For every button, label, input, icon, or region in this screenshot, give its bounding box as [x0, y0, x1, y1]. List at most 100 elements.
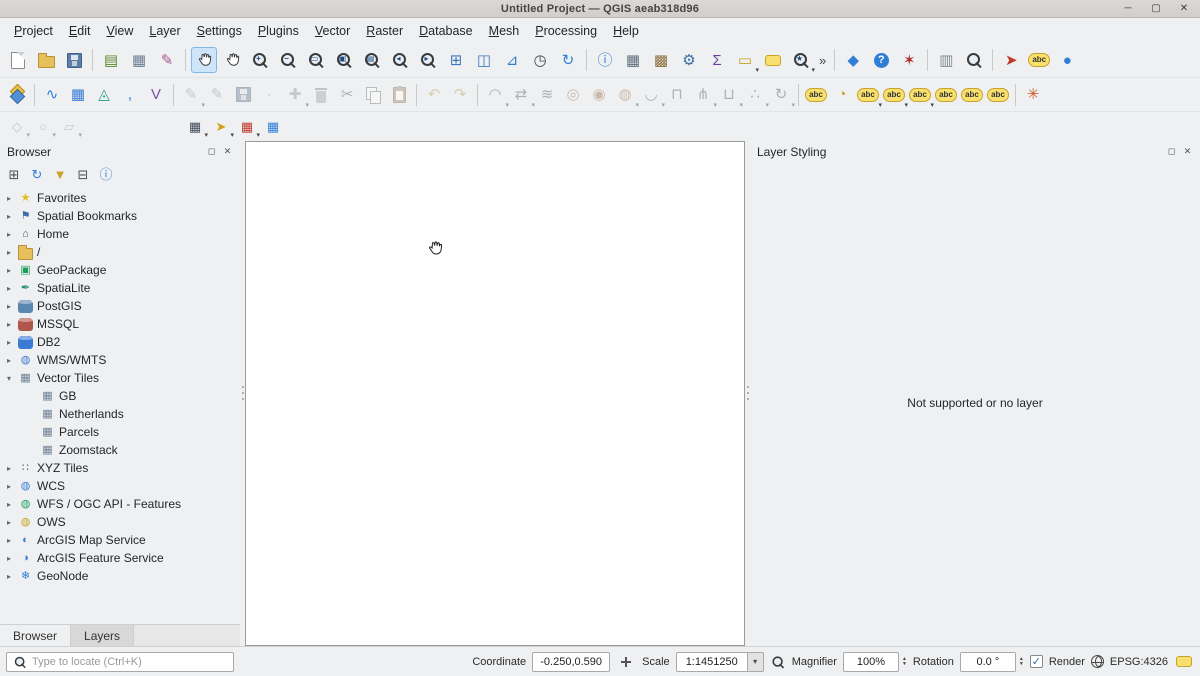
zoom-to-selection-button[interactable]: ▣: [331, 47, 357, 73]
crs-value[interactable]: EPSG:4326: [1110, 656, 1168, 668]
zoom-out-button[interactable]: −: [275, 47, 301, 73]
menu-vector[interactable]: Vector: [307, 21, 358, 41]
curve-digitize-button[interactable]: ◇▾: [5, 116, 29, 138]
rotation-steppers[interactable]: ▲ ▼: [1016, 657, 1024, 667]
redo-button[interactable]: ↷: [447, 82, 473, 108]
dark-grid-button[interactable]: ▦▾: [183, 116, 207, 138]
browser-item-favorites[interactable]: ▸★Favorites: [0, 189, 240, 207]
coordinate-input[interactable]: -0.250,0.590: [532, 652, 610, 672]
menu-mesh[interactable]: Mesh: [481, 21, 528, 41]
menu-database[interactable]: Database: [411, 21, 481, 41]
messages-button[interactable]: [1174, 652, 1194, 672]
expand-arrow-icon[interactable]: ▸: [4, 536, 14, 545]
browser-item-postgis[interactable]: ▸PostGIS: [0, 297, 240, 315]
reshape-features-button[interactable]: ⊓: [664, 82, 690, 108]
browser-item-wfs-ogc-api-features[interactable]: ▸◍WFS / OGC API - Features: [0, 495, 240, 513]
menu-project[interactable]: Project: [6, 21, 61, 41]
add-delimited-text-layer-button[interactable]: ,: [117, 82, 143, 108]
blue-grid-button[interactable]: ▦: [261, 116, 285, 138]
add-part-button[interactable]: ◉: [586, 82, 612, 108]
map-canvas[interactable]: [245, 141, 745, 646]
pin-unpin-labels-button[interactable]: abc▾: [881, 82, 907, 108]
expand-arrow-icon[interactable]: ▾: [4, 374, 14, 383]
show-layout-manager-button[interactable]: ▦: [126, 47, 152, 73]
blue-globe-button[interactable]: ●: [1054, 47, 1080, 73]
expand-arrow-icon[interactable]: ▸: [4, 572, 14, 581]
browser-item-geonode[interactable]: ▸❄GeoNode: [0, 567, 240, 585]
cut-features-button[interactable]: ✂: [334, 82, 360, 108]
browser-item-geopackage[interactable]: ▸▣GeoPackage: [0, 261, 240, 279]
rotation-value[interactable]: 0.0 °: [960, 652, 1016, 672]
browser-item-zoomstack[interactable]: ▦Zoomstack: [0, 441, 240, 459]
vertex-tool-button[interactable]: ✚▾: [282, 82, 308, 108]
field-calculator-button[interactable]: ▩: [648, 47, 674, 73]
expand-arrow-icon[interactable]: ▸: [4, 194, 14, 203]
browser-item-netherlands[interactable]: ▦Netherlands: [0, 405, 240, 423]
rectangle-digitize-button[interactable]: ▱▾: [57, 116, 81, 138]
browser-item-parcels[interactable]: ▦Parcels: [0, 423, 240, 441]
expand-arrow-icon[interactable]: ▸: [4, 230, 14, 239]
expand-arrow-icon[interactable]: ▸: [4, 500, 14, 509]
menu-raster[interactable]: Raster: [358, 21, 411, 41]
menu-plugins[interactable]: Plugins: [250, 21, 307, 41]
add-vector-layer-button[interactable]: ∿: [39, 82, 65, 108]
scale-dropdown-button[interactable]: ▾: [748, 652, 764, 672]
gray-grid-button[interactable]: ▥: [933, 47, 959, 73]
browser-item-vector-tiles[interactable]: ▾▦Vector Tiles: [0, 369, 240, 387]
copy-features-button[interactable]: [360, 82, 386, 108]
filter-browser-button[interactable]: ▼: [50, 164, 70, 184]
change-label-properties-button[interactable]: abc: [985, 82, 1011, 108]
statistical-summary-button[interactable]: Σ: [704, 47, 730, 73]
browser-item-home[interactable]: ▸⌂Home: [0, 225, 240, 243]
menu-layer[interactable]: Layer: [141, 21, 188, 41]
merge-features-button[interactable]: ⊔▾: [716, 82, 742, 108]
styling-close-button[interactable]: ✕: [1182, 146, 1193, 157]
browser-item-arcgis-map-service[interactable]: ▸◐ArcGIS Map Service: [0, 531, 240, 549]
bug-button[interactable]: ✶: [896, 47, 922, 73]
blue-diamond-button[interactable]: ◆: [840, 47, 866, 73]
browser-item-wcs[interactable]: ▸◍WCS: [0, 477, 240, 495]
browser-item-db2[interactable]: ▸DB2: [0, 333, 240, 351]
browser-item-wms-wmts[interactable]: ▸◍WMS/WMTS: [0, 351, 240, 369]
browser-item-spatial-bookmarks[interactable]: ▸⚑Spatial Bookmarks: [0, 207, 240, 225]
open-attribute-table-button[interactable]: ▦: [620, 47, 646, 73]
scale-value[interactable]: 1:1451250: [676, 652, 748, 672]
map-tips-button[interactable]: [760, 47, 786, 73]
browser-item-root[interactable]: ▸/: [0, 243, 240, 261]
add-selected-layers-button[interactable]: ⊞: [4, 164, 24, 184]
browser-float-button[interactable]: ◻: [206, 146, 217, 157]
undo-button[interactable]: ↶: [421, 82, 447, 108]
close-button[interactable]: ✕: [1178, 3, 1190, 14]
add-virtual-layer-button[interactable]: V: [143, 82, 169, 108]
toolbar-extension-button[interactable]: »: [816, 47, 829, 73]
magnifier-spinbox[interactable]: 100% ▲ ▼: [843, 652, 907, 672]
locator-input[interactable]: [32, 656, 228, 668]
save-project-button[interactable]: [61, 47, 87, 73]
layer-labeling-options-button[interactable]: abc: [803, 82, 829, 108]
temporal-controller-button[interactable]: ◷: [527, 47, 553, 73]
menu-view[interactable]: View: [98, 21, 141, 41]
collapse-all-button[interactable]: ⊟: [73, 164, 93, 184]
spin-down-icon[interactable]: ▼: [902, 662, 907, 667]
pan-map-button[interactable]: [191, 47, 217, 73]
elevation-profile-button[interactable]: ⊿: [499, 47, 525, 73]
circle-digitize-button[interactable]: ○▾: [31, 116, 55, 138]
expand-arrow-icon[interactable]: ▸: [4, 320, 14, 329]
offset-curve-button[interactable]: ◡▾: [638, 82, 664, 108]
open-data-source-manager-button[interactable]: [4, 82, 30, 108]
layer-diagram-options-button[interactable]: ◔: [829, 82, 855, 108]
expand-arrow-icon[interactable]: ▸: [4, 248, 14, 257]
measure-line-button[interactable]: ▭▾: [732, 47, 758, 73]
rotate-point-symbols-button[interactable]: ↻▾: [768, 82, 794, 108]
zoom-last-button[interactable]: ◂: [387, 47, 413, 73]
toggle-editing-button[interactable]: ✎: [204, 82, 230, 108]
save-layer-edits-button[interactable]: [230, 82, 256, 108]
pan-map-to-selection-button[interactable]: [219, 47, 245, 73]
render-checkbox[interactable]: ✓: [1030, 655, 1043, 668]
open-project-button[interactable]: [33, 47, 59, 73]
refresh-map-button[interactable]: ↻: [555, 47, 581, 73]
scale-combo[interactable]: 1:1451250 ▾: [676, 652, 764, 672]
delete-selected-button[interactable]: [308, 82, 334, 108]
browser-item-gb[interactable]: ▦GB: [0, 387, 240, 405]
expand-arrow-icon[interactable]: ▸: [4, 266, 14, 275]
